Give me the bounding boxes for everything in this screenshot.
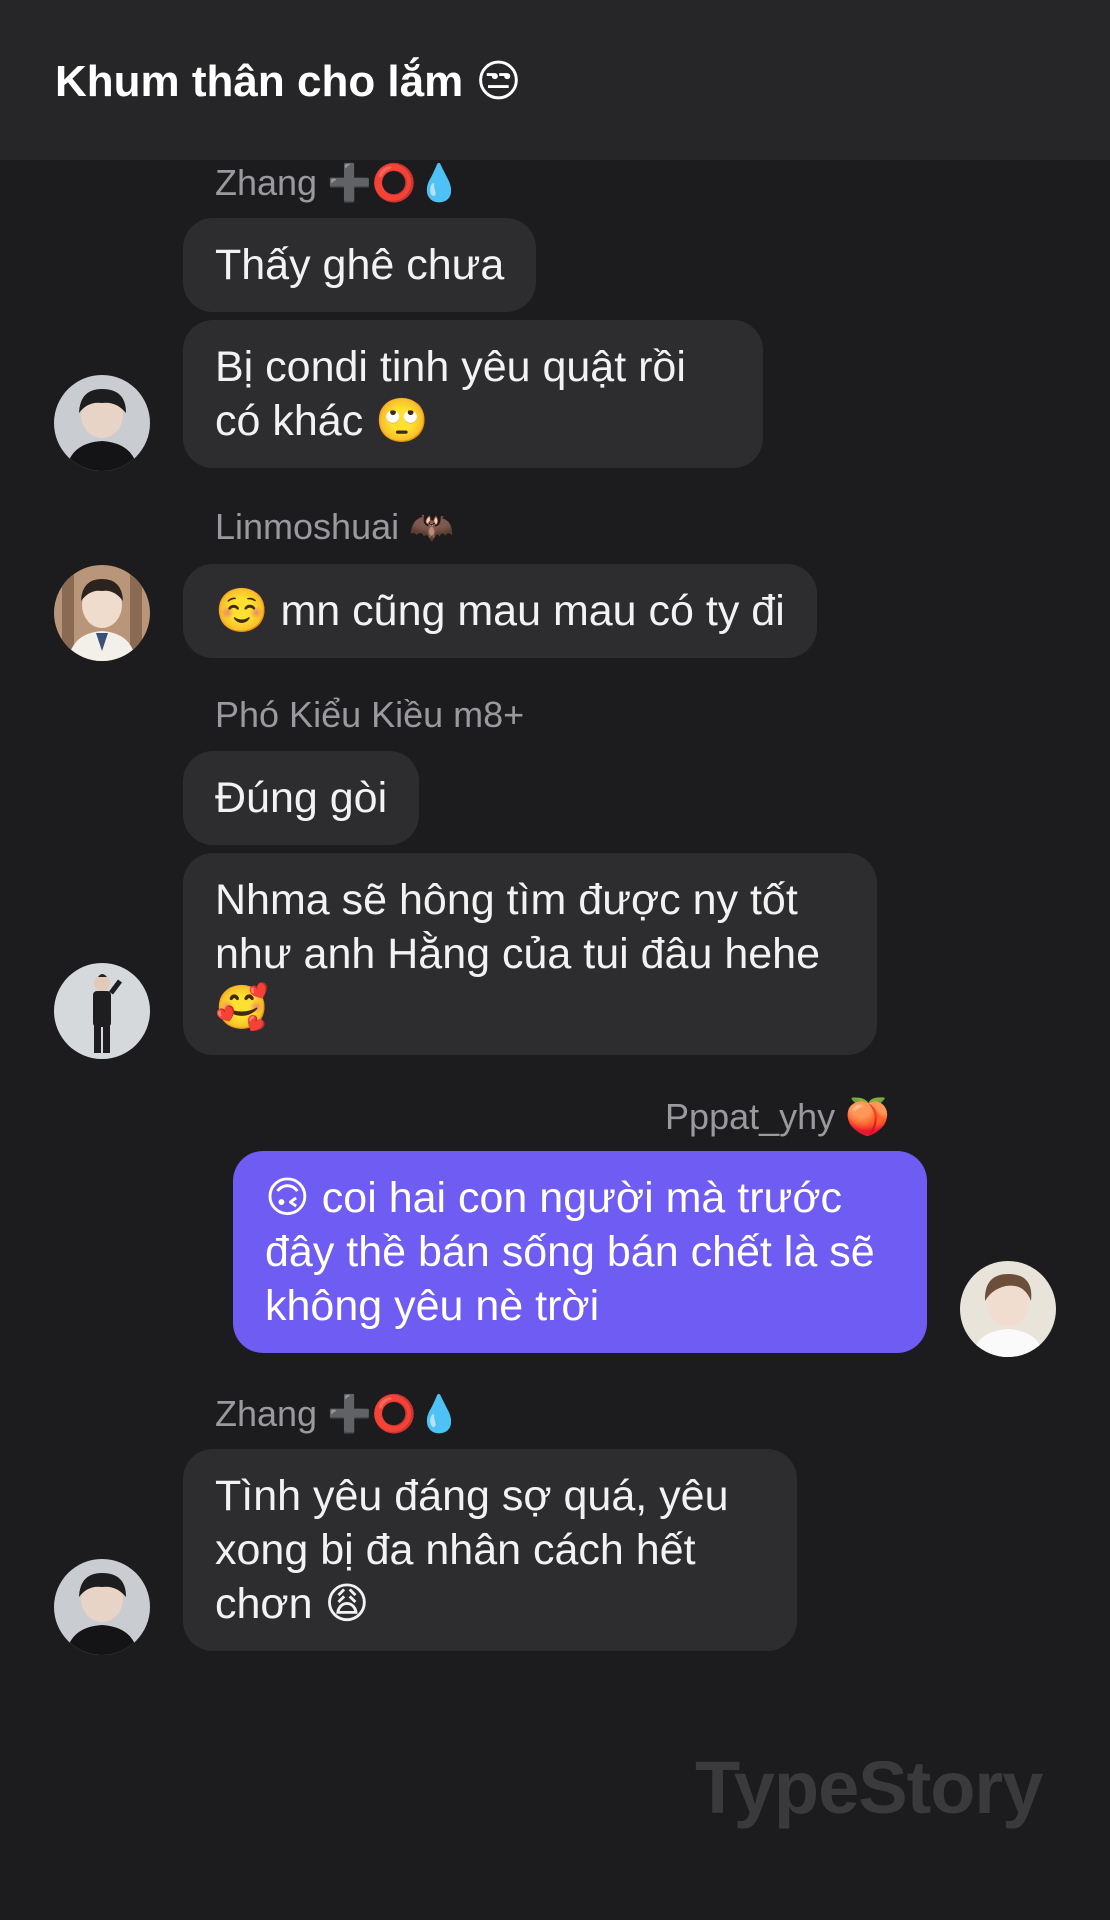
sender-name: Linmoshuai 🦇 [215, 506, 454, 547]
sender-name: Zhang ➕⭕️💧 [215, 162, 462, 203]
chat-title[interactable]: Khum thân cho lắm 😒 [55, 56, 521, 107]
message-bubble[interactable]: Bị condi tinh yêu quật rồi có khác 🙄 [183, 320, 763, 468]
message-bubble[interactable]: Nhma sẽ hông tìm được ny tốt như anh Hằn… [183, 853, 877, 1055]
chat-header: Khum thân cho lắm 😒 [0, 0, 1110, 160]
sender-name: Zhang ➕⭕️💧 [215, 1393, 462, 1434]
message-bubble[interactable]: Thấy ghê chưa [183, 218, 537, 312]
message-bubble[interactable]: Đúng gòi [183, 751, 420, 845]
message-bubble-outgoing[interactable]: 🙃 coi hai con người mà trước đây thề bán… [233, 1151, 927, 1353]
watermark-logo: TypeStory [695, 1746, 1043, 1829]
sender-name: Pppat_yhy 🍑 [665, 1096, 890, 1137]
avatar[interactable] [54, 375, 150, 471]
message-bubble[interactable]: ☺️ mn cũng mau mau có ty đi [183, 564, 817, 658]
avatar[interactable] [960, 1261, 1056, 1357]
sender-name: Phó Kiểu Kiều m8+ [215, 694, 525, 735]
avatar[interactable] [54, 565, 150, 661]
avatar[interactable] [54, 963, 150, 1059]
avatar[interactable] [54, 1559, 150, 1655]
message-bubble[interactable]: Tình yêu đáng sợ quá, yêu xong bị đa nhâ… [183, 1449, 797, 1651]
